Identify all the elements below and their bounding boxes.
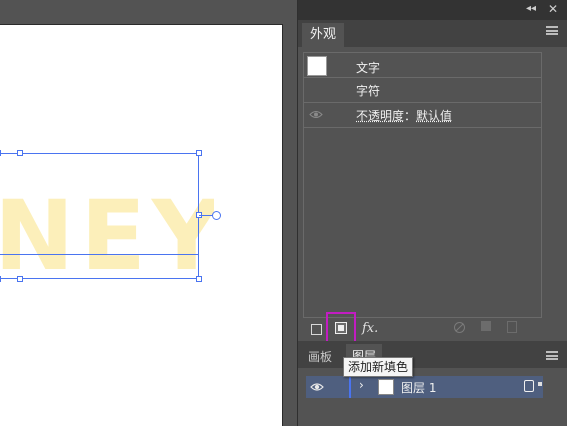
- handle-bottom-right[interactable]: [196, 276, 202, 282]
- opacity-value: 默认值: [416, 109, 453, 123]
- layer-target-icon[interactable]: [524, 380, 534, 392]
- add-new-fill-button[interactable]: [326, 312, 356, 344]
- handle-top-center[interactable]: [17, 150, 23, 156]
- text-out-port[interactable]: [212, 211, 221, 220]
- selected-art-indicator[interactable]: [538, 382, 542, 386]
- appearance-tab-bar: 外观: [298, 20, 567, 47]
- opacity-label-group: 不透明度：默认值: [356, 107, 452, 124]
- duplicate-icon[interactable]: [481, 321, 491, 331]
- appearance-menu-icon[interactable]: [546, 26, 558, 35]
- characters-label: 字符: [356, 84, 381, 98]
- opacity-label[interactable]: 不透明度: [356, 109, 404, 123]
- clear-icon[interactable]: [454, 322, 465, 333]
- collapse-dock-button[interactable]: ◂◂: [526, 3, 536, 14]
- eye-icon[interactable]: [309, 110, 323, 119]
- panel-dock: ◂◂ ✕ 外观 文字 字符 不透明度：默认值 fx. 画板 图层 › 图层 1: [297, 0, 567, 426]
- type-swatch: [307, 56, 327, 76]
- trash-icon[interactable]: [507, 321, 517, 333]
- fx-icon[interactable]: fx.: [362, 321, 378, 336]
- layer-thumbnail: [378, 379, 394, 395]
- selection-bounding-box[interactable]: [0, 153, 199, 279]
- eye-icon[interactable]: [309, 380, 339, 394]
- handle-bottom-left[interactable]: [0, 276, 1, 282]
- opacity-separator: ：: [404, 109, 417, 123]
- appearance-row-opacity[interactable]: 不透明度：默认值: [304, 103, 541, 128]
- handle-bottom-center[interactable]: [17, 276, 23, 282]
- appearance-panel: 外观 文字 字符 不透明度：默认值 fx.: [298, 20, 567, 344]
- layer-row[interactable]: › 图层 1: [306, 376, 543, 398]
- text-baseline: [0, 254, 199, 255]
- add-fill-icon: [335, 322, 347, 334]
- type-label: 文字: [356, 61, 381, 75]
- tooltip: 添加新填色: [343, 357, 414, 377]
- add-stroke-icon[interactable]: [311, 324, 322, 335]
- appearance-row-type[interactable]: 文字: [304, 53, 541, 78]
- close-dock-button[interactable]: ✕: [548, 2, 558, 16]
- layers-menu-icon[interactable]: [546, 351, 558, 360]
- handle-top-right[interactable]: [196, 150, 202, 156]
- tab-artboards[interactable]: 画板: [308, 348, 332, 365]
- text-thread-line: [199, 215, 213, 216]
- chevron-right-icon[interactable]: ›: [359, 378, 364, 392]
- canvas-area[interactable]: NEY: [0, 0, 297, 426]
- appearance-row-characters[interactable]: 字符: [304, 78, 541, 103]
- layers-panel: 画板 图层 › 图层 1: [298, 341, 567, 426]
- layer-name[interactable]: 图层 1: [401, 379, 436, 396]
- layers-tab-bar: 画板 图层: [298, 341, 567, 368]
- appearance-list: 文字 字符 不透明度：默认值: [303, 52, 542, 318]
- layer-color-bar: [349, 376, 351, 398]
- tab-appearance[interactable]: 外观: [302, 23, 345, 47]
- dock-title-bar[interactable]: ◂◂ ✕: [298, 0, 567, 20]
- handle-top-left[interactable]: [0, 150, 1, 156]
